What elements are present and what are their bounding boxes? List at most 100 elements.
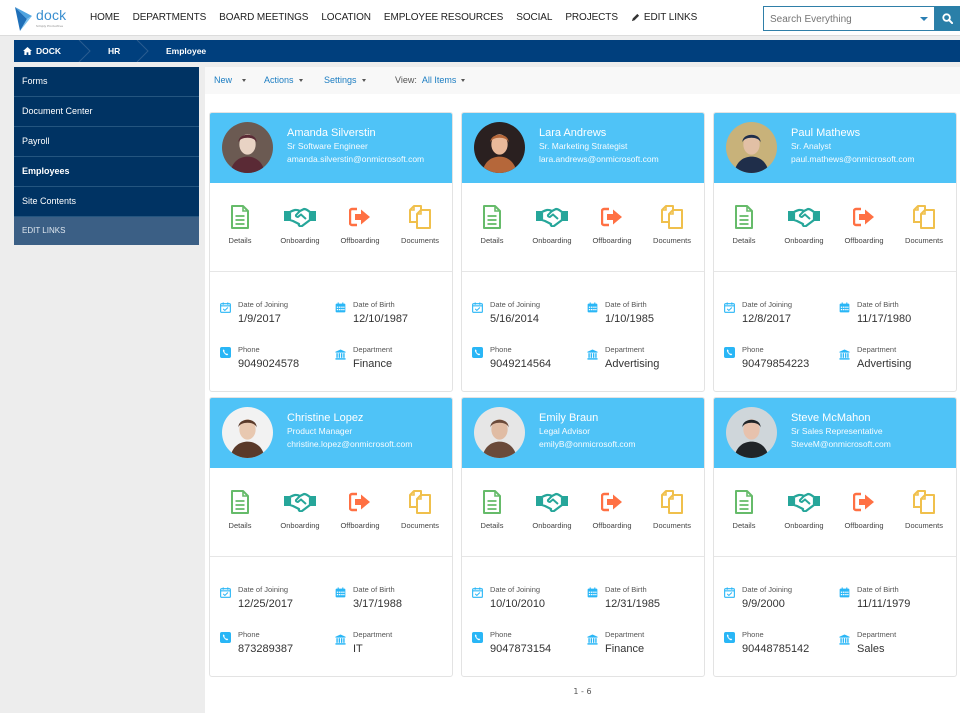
- employee-title: Legal Advisor: [539, 426, 591, 436]
- details-label: Details: [732, 236, 756, 245]
- employee-email[interactable]: amanda.silverstin@onmicrosoft.com: [287, 153, 424, 165]
- employee-email[interactable]: christine.lopez@onmicrosoft.com: [287, 438, 412, 450]
- nav-board-meetings[interactable]: BOARD MEETINGS: [219, 12, 308, 23]
- date-of-birth-label: Date of Birth: [353, 300, 395, 309]
- onboarding-action[interactable]: Onboarding: [774, 203, 834, 245]
- details-action[interactable]: Details: [462, 203, 522, 245]
- date-of-joining-value: 12/8/2017: [742, 313, 791, 325]
- phone-icon: [220, 632, 231, 643]
- breadcrumb-hr[interactable]: HR: [108, 40, 120, 62]
- search-box: [763, 6, 935, 31]
- sidebar-item-document-center[interactable]: Document Center: [14, 97, 199, 127]
- sidebar-item-site-contents[interactable]: Site Contents: [14, 187, 199, 217]
- date-of-joining-label: Date of Joining: [238, 585, 289, 594]
- documents-action[interactable]: Documents: [894, 488, 954, 530]
- employee-name[interactable]: Amanda Silverstin: [287, 126, 424, 140]
- breadcrumb-dock[interactable]: DOCK: [23, 40, 61, 62]
- avatar[interactable]: [474, 407, 525, 458]
- breadcrumb-dock-label: DOCK: [36, 46, 62, 56]
- actions-menu[interactable]: Actions: [264, 75, 303, 85]
- onboarding-label: Onboarding: [532, 521, 572, 530]
- sidebar-item-payroll[interactable]: Payroll: [14, 127, 199, 157]
- calendar-icon: [587, 302, 598, 313]
- employee-name[interactable]: Lara Andrews: [539, 126, 659, 140]
- search-scope-dropdown-icon[interactable]: [920, 17, 928, 21]
- documents-action[interactable]: Documents: [390, 488, 450, 530]
- department-value: IT: [353, 643, 363, 655]
- offboarding-action[interactable]: Offboarding: [834, 488, 894, 530]
- nav-projects[interactable]: PROJECTS: [565, 12, 618, 23]
- employee-email[interactable]: lara.andrews@onmicrosoft.com: [539, 153, 659, 165]
- offboarding-action[interactable]: Offboarding: [582, 488, 642, 530]
- documents-action[interactable]: Documents: [642, 488, 702, 530]
- avatar[interactable]: [726, 122, 777, 173]
- employee-name[interactable]: Steve McMahon: [791, 411, 891, 425]
- onboarding-action[interactable]: Onboarding: [522, 488, 582, 530]
- department-label: Department: [857, 345, 897, 354]
- employee-name[interactable]: Emily Braun: [539, 411, 635, 425]
- offboarding-action[interactable]: Offboarding: [330, 488, 390, 530]
- chevron-down-icon: [242, 78, 247, 82]
- employee-email[interactable]: paul.mathews@onmicrosoft.com: [791, 153, 914, 165]
- avatar[interactable]: [222, 407, 273, 458]
- phone-value[interactable]: 873289387: [238, 643, 293, 655]
- onboarding-action[interactable]: Onboarding: [522, 203, 582, 245]
- phone-value[interactable]: 90479854223: [742, 358, 809, 370]
- documents-action[interactable]: Documents: [390, 203, 450, 245]
- sidebar-item-employees[interactable]: Employees: [14, 157, 199, 187]
- onboarding-action[interactable]: Onboarding: [270, 488, 330, 530]
- details-action[interactable]: Details: [210, 488, 270, 530]
- search-input[interactable]: [764, 8, 904, 31]
- pagination: 1 - 6: [573, 687, 592, 696]
- nav-edit-links[interactable]: EDIT LINKS: [631, 12, 697, 23]
- nav-social[interactable]: SOCIAL: [516, 12, 552, 23]
- actions-menu-label: Actions: [264, 75, 294, 85]
- documents-action[interactable]: Documents: [894, 203, 954, 245]
- new-menu[interactable]: New: [214, 75, 247, 85]
- onboarding-action[interactable]: Onboarding: [774, 488, 834, 530]
- nav-employee-resources[interactable]: EMPLOYEE RESOURCES: [384, 12, 503, 23]
- search-icon: [942, 13, 953, 24]
- nav-departments[interactable]: DEPARTMENTS: [133, 12, 207, 23]
- details-action[interactable]: Details: [714, 203, 774, 245]
- employee-card: Amanda Silverstin Sr Software Engineer a…: [209, 112, 453, 392]
- offboarding-action[interactable]: Offboarding: [582, 203, 642, 245]
- settings-menu[interactable]: Settings: [324, 75, 366, 85]
- details-document-icon: [735, 205, 753, 229]
- phone-label: Phone: [490, 630, 512, 639]
- offboarding-label: Offboarding: [592, 521, 632, 530]
- dock-logo[interactable]: dock Simply Productive: [14, 5, 74, 33]
- details-action[interactable]: Details: [210, 203, 270, 245]
- sidebar-edit-links[interactable]: EDIT LINKS: [14, 217, 199, 245]
- avatar[interactable]: [726, 407, 777, 458]
- nav-location[interactable]: LOCATION: [321, 12, 371, 23]
- employee-name[interactable]: Paul Mathews: [791, 126, 914, 140]
- onboarding-action[interactable]: Onboarding: [270, 203, 330, 245]
- offboarding-action[interactable]: Offboarding: [330, 203, 390, 245]
- details-label: Details: [732, 521, 756, 530]
- avatar[interactable]: [222, 122, 273, 173]
- sidebar-item-forms[interactable]: Forms: [14, 67, 199, 97]
- chevron-down-icon: [461, 78, 466, 82]
- nav-home[interactable]: HOME: [90, 12, 120, 23]
- phone-value[interactable]: 9047873154: [490, 643, 551, 655]
- employee-name[interactable]: Christine Lopez: [287, 411, 412, 425]
- details-action[interactable]: Details: [714, 488, 774, 530]
- avatar[interactable]: [474, 122, 525, 173]
- offboarding-action[interactable]: Offboarding: [834, 203, 894, 245]
- employee-email[interactable]: emilyB@onmicrosoft.com: [539, 438, 635, 450]
- search-button[interactable]: [935, 6, 960, 31]
- phone-value[interactable]: 9049214564: [490, 358, 551, 370]
- employee-email[interactable]: SteveM@onmicrosoft.com: [791, 438, 891, 450]
- documents-copy-icon: [913, 205, 935, 229]
- phone-value[interactable]: 90448785142: [742, 643, 809, 655]
- department-label: Department: [605, 630, 645, 639]
- view-selector[interactable]: View: All Items: [395, 75, 466, 85]
- details-document-icon: [231, 490, 249, 514]
- phone-value[interactable]: 9049024578: [238, 358, 299, 370]
- date-of-birth-label: Date of Birth: [857, 585, 899, 594]
- offboarding-label: Offboarding: [592, 236, 632, 245]
- details-action[interactable]: Details: [462, 488, 522, 530]
- handshake-icon: [788, 492, 820, 512]
- documents-action[interactable]: Documents: [642, 203, 702, 245]
